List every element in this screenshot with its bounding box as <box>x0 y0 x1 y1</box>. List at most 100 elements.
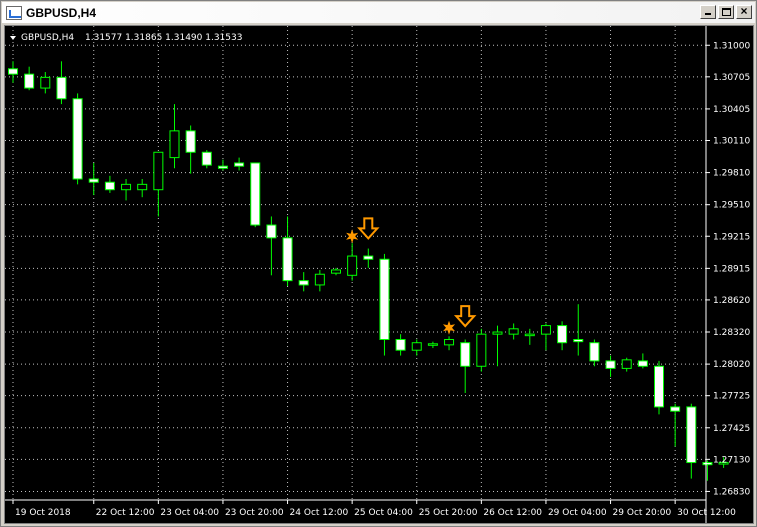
candle-body <box>56 76 67 100</box>
candle-body <box>88 178 99 183</box>
signal-down-arrow-icon <box>453 305 477 328</box>
candle <box>605 355 616 377</box>
candle-body <box>347 255 358 276</box>
price-tick-label: 1.27130 <box>713 455 750 465</box>
candle <box>395 334 406 356</box>
signal-star-icon <box>443 320 456 335</box>
candle <box>508 323 519 340</box>
minimize-icon <box>705 13 711 15</box>
candle-body <box>40 76 51 89</box>
candle <box>589 339 600 367</box>
candle <box>24 66 35 91</box>
price-tick-label: 1.27725 <box>713 392 750 402</box>
candle <box>40 72 51 94</box>
price-tick-label: 1.27425 <box>713 424 750 434</box>
time-tick-label: 22 Oct 12:00 <box>96 508 155 518</box>
candle <box>347 243 358 281</box>
time-tick-label: 30 Oct 12:00 <box>677 508 736 518</box>
time-tick-label: 23 Oct 20:00 <box>225 508 284 518</box>
title-bar[interactable]: GBPUSD,H4 × <box>2 2 755 23</box>
minimize-button[interactable] <box>700 5 716 19</box>
candle <box>379 253 390 356</box>
candle-body <box>201 151 212 166</box>
price-tick-label: 1.30705 <box>713 73 750 83</box>
candle-body <box>250 162 261 226</box>
time-axis: 19 Oct 2018 22 Oct 12:00 23 Oct 04:00 23 Oc… <box>12 500 736 518</box>
candle <box>540 323 551 351</box>
price-tick-label: 1.30110 <box>713 136 750 146</box>
candle <box>637 353 648 369</box>
candle-body <box>557 325 568 344</box>
maximize-button[interactable] <box>718 5 734 19</box>
candle-body <box>573 339 584 343</box>
chart-ohlc-values: 1.31577 1.31865 1.31490 1.31533 <box>85 33 242 43</box>
time-tick-label: 23 Oct 04:00 <box>160 508 219 518</box>
candle <box>201 150 212 169</box>
price-tick-label: 1.26830 <box>713 487 750 497</box>
candle <box>72 93 83 185</box>
candle-body <box>444 339 455 346</box>
signal-down-arrow-icon <box>357 217 380 240</box>
time-tick-label: 26 Oct 12:00 <box>483 508 542 518</box>
candle <box>298 272 309 292</box>
candle-body <box>72 98 83 180</box>
chart-menu-triangle-icon[interactable] <box>10 36 16 40</box>
candle-body <box>314 273 325 286</box>
candle <box>331 267 341 276</box>
signal-star-icon <box>346 229 359 244</box>
price-axis: 1.31000 1.30705 1.30405 1.30110 1.29810 1.295… <box>706 41 750 497</box>
candle <box>314 269 325 292</box>
candle <box>104 175 115 193</box>
candle <box>56 61 67 105</box>
candle <box>476 328 487 372</box>
candle-body <box>460 342 471 367</box>
candle-body <box>492 331 503 335</box>
price-tick-label: 1.28020 <box>713 360 750 370</box>
candle <box>621 357 632 372</box>
candle <box>185 125 196 174</box>
candle-body <box>702 462 713 466</box>
price-tick-label: 1.29510 <box>713 201 750 211</box>
chart-app-icon <box>6 5 22 20</box>
chart-window: GBPUSD,H4 × 1.31000 1.30705 1.30405 1.30110… <box>0 0 757 527</box>
candle-body <box>234 162 245 167</box>
candle-body <box>654 365 664 408</box>
candle-body <box>137 183 148 191</box>
candle-body <box>589 342 600 362</box>
signals <box>346 217 477 335</box>
candle-body <box>185 130 196 153</box>
price-tick-label: 1.31000 <box>713 41 750 51</box>
candle <box>557 321 568 351</box>
candle-body <box>476 333 487 367</box>
chart-area[interactable]: 1.31000 1.30705 1.30405 1.30110 1.29810 1.295… <box>4 25 754 524</box>
candle <box>492 325 503 367</box>
candle-body <box>331 269 341 274</box>
time-tick-label: 24 Oct 12:00 <box>290 508 349 518</box>
chart-symbol-label: GBPUSD,H4 <box>21 33 74 43</box>
candle <box>444 336 455 351</box>
close-button[interactable]: × <box>736 4 752 19</box>
price-tick-label: 1.29810 <box>713 169 750 179</box>
candle <box>266 216 277 276</box>
candle-body <box>540 325 551 335</box>
price-tick-label: 1.29215 <box>713 232 750 242</box>
candle-body <box>24 73 35 89</box>
candle-body <box>524 333 535 337</box>
candle-body <box>121 183 132 191</box>
candle-body <box>605 360 616 369</box>
candle-body <box>411 342 422 351</box>
time-tick-label: 29 Oct 04:00 <box>548 508 607 518</box>
candle-body <box>298 280 309 286</box>
candlestick-chart[interactable]: 1.31000 1.30705 1.30405 1.30110 1.29810 1.295… <box>5 26 753 523</box>
candle-body <box>621 359 632 369</box>
candle <box>217 159 228 171</box>
time-tick-label: 29 Oct 20:00 <box>613 508 672 518</box>
candle <box>153 151 164 217</box>
candle <box>250 162 261 228</box>
candle-body <box>395 339 406 351</box>
candle <box>121 179 132 201</box>
candle-body <box>104 181 115 191</box>
candle <box>427 341 438 349</box>
candle-body <box>686 406 697 464</box>
candle <box>363 248 374 268</box>
